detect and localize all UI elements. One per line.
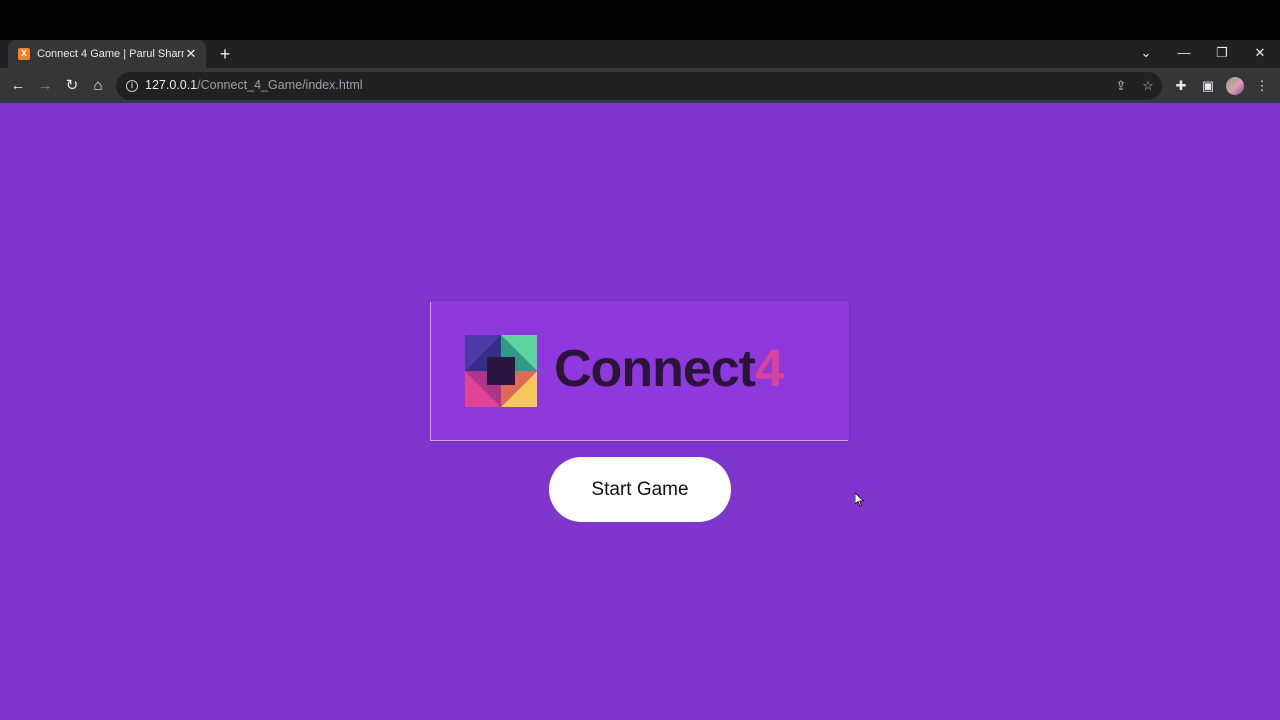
- minimize-button[interactable]: —: [1165, 40, 1203, 68]
- start-game-button[interactable]: Start Game: [549, 457, 731, 522]
- side-panel-icon[interactable]: ▣: [1198, 76, 1218, 96]
- bookmark-star-icon[interactable]: ☆: [1139, 77, 1157, 95]
- logo-number: 4: [755, 340, 784, 398]
- url-host: 127.0.0.1: [145, 78, 198, 92]
- profile-avatar[interactable]: [1226, 77, 1244, 95]
- address-bar[interactable]: i 127.0.0.1/Connect_4_Game/index.html ⇪ …: [116, 72, 1162, 100]
- tab-title: Connect 4 Game | Parul Sharma: [37, 48, 184, 60]
- back-arrow-icon[interactable]: ←: [6, 74, 30, 98]
- page-viewport: Connect4 Start Game: [0, 103, 1280, 720]
- xampp-favicon-icon: X: [18, 48, 30, 60]
- restore-button[interactable]: ❐: [1203, 40, 1241, 68]
- reload-icon[interactable]: ↻: [60, 74, 84, 98]
- home-icon[interactable]: ⌂: [86, 74, 110, 98]
- new-tab-button[interactable]: +: [215, 44, 235, 64]
- connect4-logo-text: Connect4: [554, 339, 784, 399]
- connect4-logo-mark-icon: [465, 335, 537, 407]
- share-icon[interactable]: ⇪: [1112, 77, 1130, 95]
- url-path: /Connect_4_Game/index.html: [197, 78, 363, 92]
- url-text[interactable]: 127.0.0.1/Connect_4_Game/index.html: [145, 78, 363, 92]
- mouse-cursor-icon: [855, 493, 865, 507]
- site-info-icon[interactable]: i: [126, 80, 138, 92]
- logo-word: Connect: [554, 340, 756, 398]
- connect4-logo-banner: Connect4: [431, 301, 849, 440]
- tab-search-icon[interactable]: ⌄: [1127, 40, 1165, 68]
- browser-tab-active[interactable]: X Connect 4 Game | Parul Sharma ✕: [8, 40, 206, 68]
- screen-top-border: [0, 0, 1280, 40]
- forward-arrow-icon[interactable]: →: [33, 74, 57, 98]
- extensions-puzzle-icon[interactable]: ✚: [1171, 76, 1191, 96]
- browser-menu-icon[interactable]: ⋮: [1252, 76, 1272, 96]
- close-window-button[interactable]: ✕: [1241, 40, 1279, 68]
- tab-close-icon[interactable]: ✕: [184, 46, 198, 62]
